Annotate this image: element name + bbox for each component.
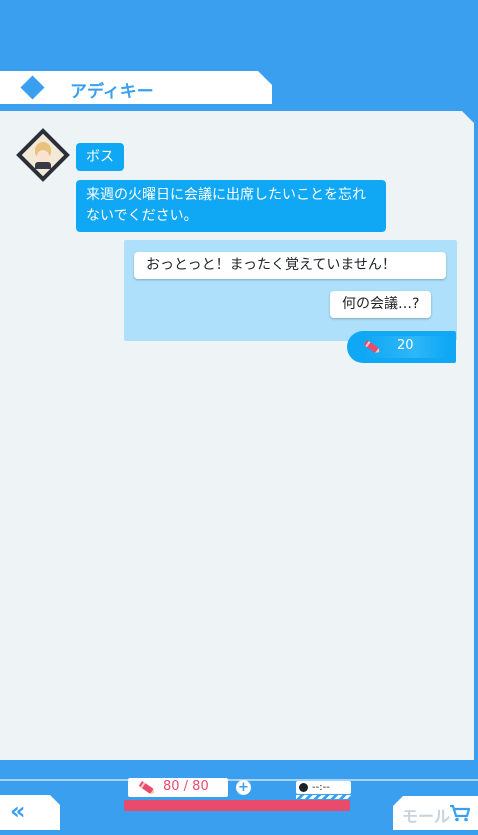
npc-message-bubble: 来週の火曜日に会議に出席したいことを忘れないでください。	[76, 180, 386, 232]
title-tab: アディキー	[0, 71, 272, 104]
cart-icon	[450, 804, 471, 822]
mall-label: モール	[402, 807, 451, 826]
speaker-name-tag: ボス	[76, 143, 124, 171]
plus-icon[interactable]: +	[236, 780, 251, 795]
ticket-cost-badge: 20	[347, 331, 456, 363]
stamina-display: 80 / 80	[128, 778, 228, 797]
mall-button[interactable]: モール	[393, 796, 478, 830]
clock-icon	[299, 783, 308, 792]
pencil-icon	[139, 781, 155, 794]
reply-option-1[interactable]: おっとっと！まったく覚えていません！	[134, 252, 446, 279]
recovery-timer: --:--	[296, 781, 351, 794]
timer-stripes	[296, 795, 351, 799]
contact-name: アディキー	[70, 82, 154, 102]
pencil-icon	[364, 340, 380, 353]
stamina-value: 80 / 80	[163, 779, 209, 794]
back-button[interactable]: «	[0, 795, 60, 830]
reply-option-2[interactable]: 何の会議…?	[330, 291, 432, 318]
ticket-cost-value: 20	[397, 338, 414, 353]
back-chevron-icon: «	[10, 797, 25, 825]
diamond-icon	[20, 75, 45, 100]
avatar	[16, 128, 70, 182]
stamina-bar	[124, 800, 350, 811]
timer-value: --:--	[312, 782, 330, 793]
